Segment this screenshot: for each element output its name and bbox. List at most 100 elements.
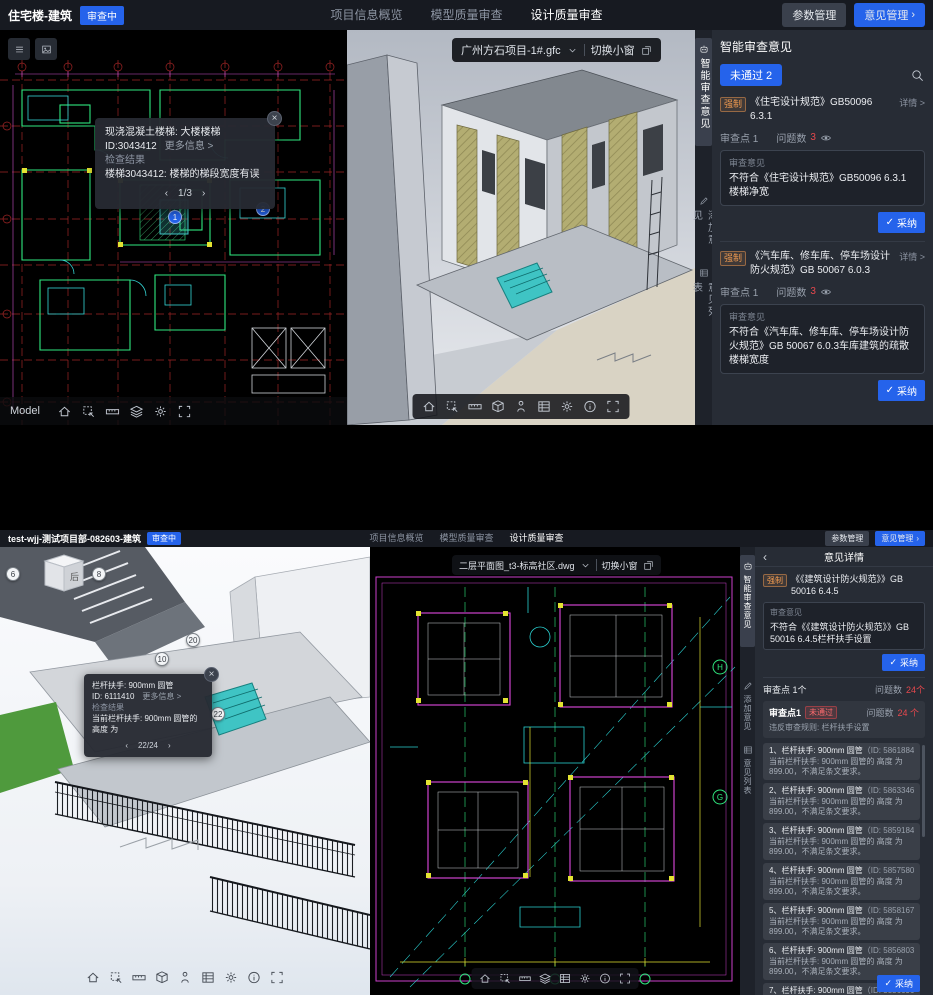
tab-model-quality[interactable]: 模型质量审查 — [439, 530, 493, 547]
next-icon[interactable]: › — [202, 187, 205, 201]
tab-smart-review[interactable]: 智能审查意见 — [695, 38, 712, 146]
switch-small-window-button[interactable]: 切换小窗 — [591, 42, 635, 58]
layers-icon[interactable] — [129, 404, 144, 419]
model-3d-viewport[interactable]: 广州方石项目-1#.gfc 切换小窗 — [347, 30, 695, 425]
layers-icon[interactable] — [539, 972, 552, 985]
component-list-icon[interactable] — [537, 399, 552, 414]
issue-marker[interactable]: 10 — [155, 652, 169, 666]
measure-icon[interactable] — [468, 399, 483, 414]
model-space-label[interactable]: Model — [10, 405, 40, 417]
visibility-eye-icon[interactable] — [820, 286, 832, 298]
model-3d-view[interactable] — [347, 30, 695, 425]
issue-item[interactable]: 1、栏杆扶手: 900mm 圆管（ID: 5861884） 当前栏杆扶手: 90… — [763, 743, 920, 780]
accept-button[interactable]: ✓采纳 — [882, 654, 925, 671]
review-item[interactable]: 强制 《汽车库、修车库、停车场设计防火规范》GB 50067 6.0.3 详情 … — [720, 250, 925, 401]
search-icon[interactable] — [910, 68, 925, 83]
fullscreen-icon[interactable] — [270, 970, 285, 985]
issue-marker[interactable]: 1 — [168, 210, 182, 224]
tab-model-quality[interactable]: 模型质量审查 — [430, 0, 502, 30]
tab-project-info[interactable]: 项目信息概览 — [330, 0, 402, 30]
cad-viewport[interactable]: 1 2 × 现浇混凝土楼梯: 大楼楼梯 ID:3043412更多信息 > 检查结… — [0, 30, 347, 425]
walkthrough-person-icon[interactable] — [178, 970, 193, 985]
filter-failed-button[interactable]: 未通过 2 — [720, 64, 782, 86]
model-3d-viewport[interactable]: 后 6 8 20 10 22 × 栏杆扶手: 900mm 圆管 ID: 6111… — [0, 547, 370, 995]
settings-gear-icon[interactable] — [153, 404, 168, 419]
next-icon[interactable]: › — [168, 740, 171, 751]
detail-link[interactable]: 详情 > — [899, 96, 925, 110]
settings-gear-icon[interactable] — [579, 972, 592, 985]
issue-list[interactable]: 1、栏杆扶手: 900mm 圆管（ID: 5861884） 当前栏杆扶手: 90… — [763, 743, 925, 995]
tab-opinion-list[interactable]: 意见列表 — [695, 262, 712, 326]
info-icon[interactable] — [599, 972, 612, 985]
settings-gear-icon[interactable] — [224, 970, 239, 985]
info-icon[interactable] — [583, 399, 598, 414]
issue-item[interactable]: 5、栏杆扶手: 900mm 圆管（ID: 5858167） 当前栏杆扶手: 90… — [763, 903, 920, 940]
home-icon[interactable] — [86, 970, 101, 985]
tab-smart-review[interactable]: 智能审查意见 — [740, 555, 755, 647]
component-list-icon[interactable] — [559, 972, 572, 985]
drawing-file-name[interactable]: 二层平面图_t3-标高社区.dwg — [459, 559, 575, 572]
cad-drawing[interactable] — [0, 30, 347, 425]
popout-icon[interactable] — [641, 45, 652, 56]
settings-gear-icon[interactable] — [560, 399, 575, 414]
measure-icon[interactable] — [519, 972, 532, 985]
measure-icon[interactable] — [105, 404, 120, 419]
model-file-name[interactable]: 广州方石项目-1#.gfc — [461, 42, 561, 58]
opinion-manage-button[interactable]: 意见管理› — [854, 3, 925, 27]
more-info-link[interactable]: 更多信息 > — [165, 141, 214, 152]
back-icon[interactable]: ‹ — [763, 550, 767, 564]
opinion-manage-button[interactable]: 意见管理› — [875, 531, 925, 546]
cad-drawing[interactable]: H G — [370, 547, 740, 995]
issue-item[interactable]: 4、栏杆扶手: 900mm 圆管（ID: 5857580） 当前栏杆扶手: 90… — [763, 863, 920, 900]
accept-button[interactable]: ✓采纳 — [878, 380, 925, 401]
home-icon[interactable] — [479, 972, 492, 985]
section-cube-icon[interactable] — [155, 970, 170, 985]
issue-item[interactable]: 3、栏杆扶手: 900mm 圆管（ID: 5859184） 当前栏杆扶手: 90… — [763, 823, 920, 860]
select-icon[interactable] — [109, 970, 124, 985]
tab-design-quality[interactable]: 设计质量审查 — [510, 530, 564, 547]
issue-marker[interactable]: 20 — [186, 633, 200, 647]
param-manage-button[interactable]: 参数管理 — [782, 3, 846, 27]
review-point-card[interactable]: 审查点1 未通过 问题数 24 个 违反审查规则: 栏杆扶手设置 — [763, 701, 925, 738]
info-icon[interactable] — [247, 970, 262, 985]
issue-item[interactable]: 2、栏杆扶手: 900mm 圆管（ID: 5863346） 当前栏杆扶手: 90… — [763, 783, 920, 820]
prev-icon[interactable]: ‹ — [125, 740, 128, 751]
more-info-link[interactable]: 更多信息 > — [142, 692, 181, 701]
issue-marker[interactable]: 22 — [211, 707, 225, 721]
tab-project-info[interactable]: 项目信息概览 — [369, 530, 423, 547]
walkthrough-person-icon[interactable] — [514, 399, 529, 414]
detail-link[interactable]: 详情 > — [899, 250, 925, 264]
accept-button[interactable]: ✓采纳 — [878, 212, 925, 233]
fullscreen-icon[interactable] — [177, 404, 192, 419]
view-cube[interactable]: 后 — [45, 555, 83, 591]
fullscreen-icon[interactable] — [619, 972, 632, 985]
select-icon[interactable] — [81, 404, 96, 419]
prev-icon[interactable]: ‹ — [165, 187, 168, 201]
switch-small-window-button[interactable]: 切换小窗 — [602, 559, 638, 572]
measure-icon[interactable] — [132, 970, 147, 985]
tab-design-quality[interactable]: 设计质量审查 — [531, 0, 603, 30]
home-icon[interactable] — [57, 404, 72, 419]
review-item[interactable]: 强制 《住宅设计规范》GB50096 6.3.1 详情 > 审查点 1 问题数 … — [720, 96, 925, 233]
layer-menu-button[interactable] — [8, 38, 30, 60]
model-3d-view[interactable]: 后 — [0, 547, 370, 995]
component-list-icon[interactable] — [201, 970, 216, 985]
issue-marker[interactable]: 6 — [6, 567, 20, 581]
visibility-eye-icon[interactable] — [820, 132, 832, 144]
close-icon[interactable]: × — [267, 111, 282, 126]
fullscreen-icon[interactable] — [606, 399, 621, 414]
select-icon[interactable] — [499, 972, 512, 985]
cad-viewport[interactable]: H G 二层平面图_t3-标高社区.dwg 切换小窗 — [370, 547, 740, 995]
chevron-down-icon[interactable] — [580, 560, 591, 571]
tab-add-opinion[interactable]: 添加意见 — [695, 190, 712, 254]
tab-add-opinion[interactable]: 添加意见 — [740, 675, 755, 733]
issue-marker[interactable]: 8 — [92, 567, 106, 581]
accept-button-floating[interactable]: ✓采纳 — [877, 975, 920, 992]
popout-icon[interactable] — [643, 560, 654, 571]
home-icon[interactable] — [422, 399, 437, 414]
param-manage-button[interactable]: 参数管理 — [825, 531, 869, 546]
sheet-views-button[interactable] — [35, 38, 57, 60]
tab-opinion-list[interactable]: 意见列表 — [740, 739, 755, 797]
close-icon[interactable]: × — [204, 667, 219, 682]
scrollbar[interactable] — [922, 745, 925, 837]
